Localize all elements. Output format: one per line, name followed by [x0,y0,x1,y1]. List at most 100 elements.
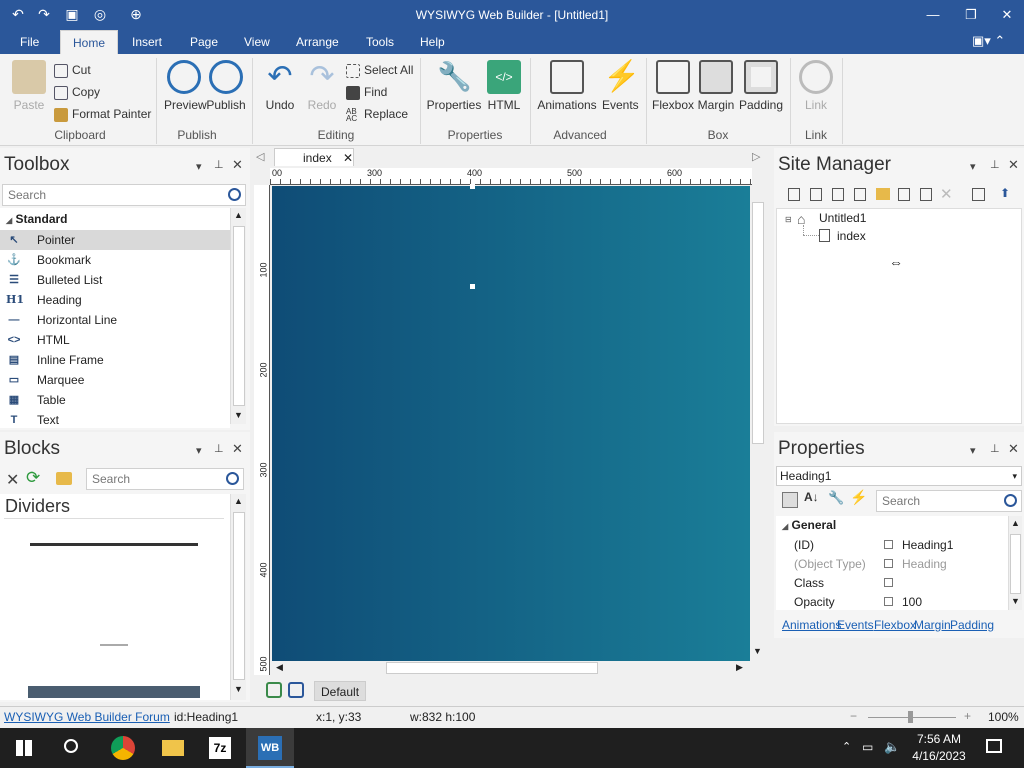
divider-preview-bar[interactable] [28,686,200,698]
toolbox-item-inline-frame[interactable]: ▤ Inline Frame [0,350,230,370]
scroll-right-icon[interactable]: ▶ [736,662,743,673]
network-icon[interactable]: ▭ [862,740,873,754]
tab-tools[interactable]: Tools [354,30,406,54]
toolbox-item-marquee[interactable]: ▭ Marquee [0,370,230,390]
toolbox-item-horizontal-line[interactable]: — Horizontal Line [0,310,230,330]
close-icon[interactable]: ✕ [232,441,243,457]
property-group-general[interactable]: ◢ General [782,518,836,532]
new-page-template-icon[interactable] [810,188,822,201]
tab-file[interactable]: File [8,30,51,54]
tree-page-index[interactable]: index [837,229,866,243]
web-builder-taskbar-icon[interactable]: WB [246,728,294,768]
scroll-down-icon[interactable]: ▼ [234,684,243,694]
clock[interactable]: 7:56 AM 4/16/2023 [904,732,974,763]
link-button[interactable]: Link [798,60,834,112]
replace-button[interactable]: AB AC Replace [346,104,408,124]
tray-chevron-icon[interactable]: ⌃ [842,740,851,753]
link-events[interactable]: Events [837,618,874,632]
refresh-icon[interactable]: ⟳ [26,468,40,488]
scroll-down-icon[interactable]: ▼ [753,646,762,656]
tab-help[interactable]: Help [408,30,457,54]
scroll-thumb[interactable] [233,512,245,680]
close-icon[interactable]: ✕ [1008,157,1019,173]
property-row[interactable]: (Object Type) Heading [776,555,1008,574]
scroll-up-icon[interactable]: ▲ [234,496,243,506]
folder-icon[interactable] [876,188,890,200]
animations-button[interactable]: Animations [536,60,598,112]
format-painter-button[interactable]: Format Painter [54,104,151,124]
link-padding[interactable]: Padding [950,618,994,632]
categorized-icon[interactable] [782,492,798,508]
windows-start-icon[interactable] [0,728,48,768]
tab-arrange[interactable]: Arrange [284,30,351,54]
divider-preview-text[interactable] [100,644,128,646]
notification-icon[interactable] [986,739,1002,753]
scroll-up-icon[interactable]: ▲ [1011,518,1020,528]
delete-icon[interactable]: ✕ [6,470,19,490]
new-page-icon[interactable] [788,188,800,201]
margin-button[interactable]: Margin [696,60,736,112]
flexbox-button[interactable]: Flexbox [652,60,694,112]
blocks-search-input[interactable]: Search [86,468,244,490]
scroll-down-icon[interactable]: ▼ [234,410,243,420]
toolbox-search-input[interactable]: Search [2,184,246,206]
cut-button[interactable]: Cut [54,60,91,80]
scroll-thumb[interactable] [386,662,598,674]
toolbox-item-text[interactable]: T Text [0,410,230,428]
scroll-thumb[interactable] [752,202,764,444]
document-tab-index[interactable]: index ✕ [274,148,354,166]
rename-icon[interactable] [898,188,910,201]
folder-icon[interactable] [56,472,72,485]
forum-link[interactable]: WYSIWYG Web Builder Forum [4,710,170,724]
panel-menu-icon[interactable]: ▾ [970,444,976,457]
select-all-button[interactable]: Select All [346,60,413,80]
tab-home[interactable]: Home [60,30,118,55]
breakpoint-default[interactable]: Default [314,681,367,701]
scroll-down-icon[interactable]: ▼ [1011,596,1020,606]
page-canvas[interactable] [272,184,750,661]
layout-options-icon[interactable]: ▣▾ ⌃ [972,33,1012,51]
volume-icon[interactable]: 🔈 [884,739,900,755]
7zip-icon[interactable]: 7z [196,728,244,768]
wrench-icon[interactable]: 🔧 [828,490,844,506]
scroll-thumb[interactable] [233,226,245,406]
link-margin[interactable]: Margin [914,618,951,632]
page-settings-icon[interactable] [288,682,304,698]
canvas-hscrollbar[interactable]: ◀ ▶ [272,661,750,675]
scroll-up-icon[interactable]: ▲ [234,210,243,220]
scroll-thumb[interactable] [1010,534,1021,594]
category-header[interactable]: ◢ Standard [6,212,68,226]
chrome-icon[interactable] [98,728,146,768]
property-row[interactable]: Class [776,574,1008,593]
tree-root[interactable]: Untitled1 [819,211,866,225]
search-taskbar-icon[interactable] [48,728,96,768]
toolbox-item-html[interactable]: <> HTML [0,330,230,350]
sort-az-icon[interactable]: A↓ [804,490,819,504]
move-up-icon[interactable]: ⬆ [1000,186,1010,200]
copy-page-icon[interactable] [920,188,932,201]
delete-page-icon[interactable]: ✕ [940,185,953,203]
paste-button[interactable]: Paste [12,60,46,112]
property-row[interactable]: (ID) Heading1 [776,536,1008,555]
properties-button[interactable]: 🔧 Properties [426,60,482,112]
close-icon[interactable]: ✕ [232,157,243,173]
toolbox-item-table[interactable]: ▦ Table [0,390,230,410]
properties-search-input[interactable]: Search [876,490,1022,512]
collapse-icon[interactable]: ⊟ [785,215,792,224]
page-properties-icon[interactable] [972,188,985,201]
pin-icon[interactable]: ⊥ [214,442,224,455]
find-button[interactable]: Find [346,82,387,102]
object-selector[interactable]: Heading1 ▾ [776,466,1022,486]
tab-insert[interactable]: Insert [120,30,174,54]
properties-scrollbar[interactable]: ▲ ▼ [1008,516,1022,610]
close-tab-icon[interactable]: ✕ [343,151,353,165]
panel-menu-icon[interactable]: ▾ [970,160,976,173]
duplicate-page-icon[interactable] [832,188,844,201]
toolbox-item-bookmark[interactable]: ⚓ Bookmark [0,250,230,270]
scroll-left-icon[interactable]: ◀ [276,662,283,673]
selection-handle[interactable] [470,284,475,289]
copy-button[interactable]: Copy [54,82,100,102]
pin-icon[interactable]: ⊥ [990,158,1000,171]
preview-button[interactable]: Preview [164,60,207,112]
events-button[interactable]: ⚡ Events [602,60,640,112]
